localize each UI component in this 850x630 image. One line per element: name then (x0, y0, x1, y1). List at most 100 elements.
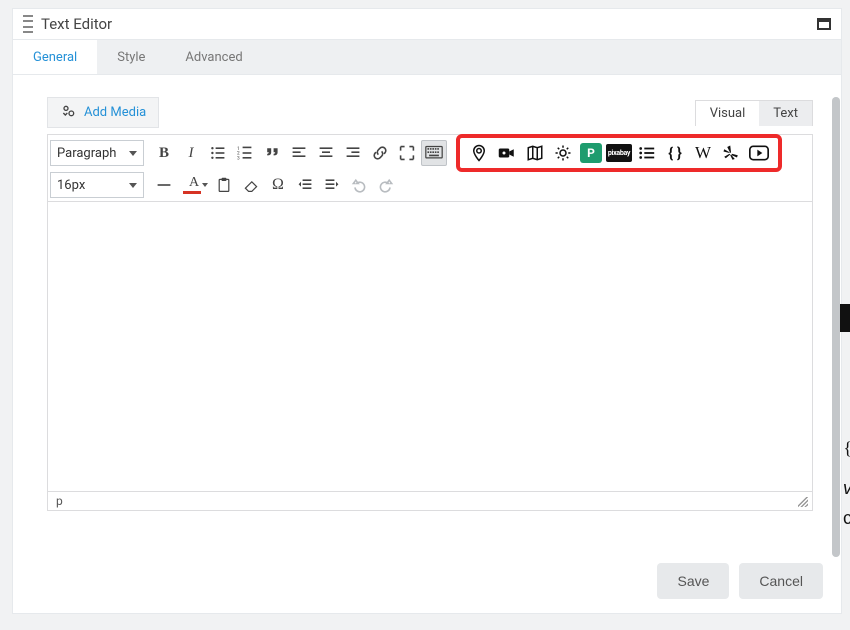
italic-button[interactable]: I (178, 140, 204, 166)
yelp-icon (722, 144, 740, 162)
pexels-badge-icon: P (580, 143, 602, 163)
redo-button[interactable] (373, 172, 399, 198)
yelp-button[interactable] (718, 140, 744, 166)
scroll-thumb[interactable] (832, 97, 840, 557)
wikipedia-button[interactable]: W (690, 140, 716, 166)
toolbar-toggle-button[interactable] (421, 140, 447, 166)
map-button[interactable] (522, 140, 548, 166)
align-center-button[interactable] (313, 140, 339, 166)
chevron-down-icon (129, 151, 137, 156)
tab-general[interactable]: General (13, 40, 97, 74)
numbered-list-icon: 123 (237, 145, 253, 161)
dialog-buttons: Save Cancel (657, 563, 823, 599)
indent-icon (324, 177, 340, 193)
weather-button[interactable] (550, 140, 576, 166)
align-center-icon (318, 145, 334, 161)
undo-button[interactable] (346, 172, 372, 198)
status-bar: p (47, 492, 813, 511)
align-left-icon (291, 145, 307, 161)
bold-button[interactable]: B (151, 140, 177, 166)
side-widget-tab[interactable] (840, 304, 850, 332)
text-color-icon: A (189, 175, 199, 191)
scrollbar[interactable] (832, 97, 840, 557)
bullet-list-button[interactable] (205, 140, 231, 166)
editor-content[interactable] (47, 202, 813, 492)
keyboard-icon (425, 145, 443, 161)
media-icon (60, 104, 76, 121)
bullet-list-icon (210, 145, 226, 161)
horizontal-rule-button[interactable] (151, 172, 177, 198)
link-icon (372, 145, 388, 161)
resize-handle-icon[interactable] (798, 497, 808, 507)
mode-tab-visual[interactable]: Visual (696, 101, 760, 126)
map-pin-icon (470, 144, 488, 162)
fullscreen-icon (399, 145, 415, 161)
list-embed-button[interactable] (634, 140, 660, 166)
pixabay-button[interactable]: pixabay (606, 140, 632, 166)
youtube-icon (749, 145, 769, 161)
camera-button[interactable] (494, 140, 520, 166)
quote-icon (264, 145, 280, 161)
clipboard-icon (216, 177, 232, 193)
align-right-button[interactable] (340, 140, 366, 166)
undo-icon (351, 177, 367, 193)
cropped-text: c (843, 508, 850, 529)
editor-mode-tabs: Visual Text (695, 100, 813, 126)
fontsize-dropdown-value: 16px (57, 178, 85, 193)
save-button[interactable]: Save (657, 563, 729, 599)
tab-style[interactable]: Style (97, 40, 165, 74)
paste-button[interactable] (211, 172, 237, 198)
panel-header: Text Editor (13, 9, 841, 39)
svg-text:3: 3 (237, 155, 240, 161)
omega-icon: Ω (272, 176, 284, 194)
color-swatch (183, 191, 201, 194)
pixabay-badge-icon: pixabay (606, 144, 632, 162)
link-button[interactable] (367, 140, 393, 166)
cropped-text: { (843, 438, 850, 459)
editor-area: Add Media Visual Text Paragraph B I 123 (13, 75, 841, 519)
tab-advanced[interactable]: Advanced (165, 40, 262, 74)
cropped-text: v (843, 478, 850, 499)
toolbar-row-1: Paragraph B I 123 (50, 137, 810, 169)
location-pin-button[interactable] (466, 140, 492, 166)
list-icon (638, 144, 656, 162)
sun-icon (554, 144, 572, 162)
editor-panel: Text Editor General Style Advanced Add M… (12, 8, 842, 614)
expand-window-icon[interactable] (817, 18, 831, 30)
braces-icon: { } (668, 144, 682, 162)
eraser-icon (243, 177, 259, 193)
chevron-down-icon (129, 183, 137, 188)
add-media-button[interactable]: Add Media (47, 97, 159, 128)
horizontal-rule-icon (156, 177, 172, 193)
wikipedia-icon: W (695, 143, 711, 163)
align-left-button[interactable] (286, 140, 312, 166)
special-char-button[interactable]: Ω (265, 172, 291, 198)
blockquote-button[interactable] (259, 140, 285, 166)
cancel-button[interactable]: Cancel (739, 563, 823, 599)
clear-format-button[interactable] (238, 172, 264, 198)
toolbar: Paragraph B I 123 (47, 134, 813, 202)
format-dropdown-value: Paragraph (57, 146, 116, 161)
add-media-label: Add Media (84, 105, 146, 120)
fullscreen-button[interactable] (394, 140, 420, 166)
youtube-button[interactable] (746, 140, 772, 166)
indent-button[interactable] (319, 172, 345, 198)
outdent-icon (297, 177, 313, 193)
chevron-down-icon (202, 183, 208, 187)
outdent-button[interactable] (292, 172, 318, 198)
numbered-list-button[interactable]: 123 (232, 140, 258, 166)
format-dropdown[interactable]: Paragraph (50, 140, 144, 166)
embed-toolbar-highlight: P pixabay { } W (456, 134, 782, 172)
redo-icon (378, 177, 394, 193)
text-color-button[interactable]: A (178, 172, 210, 198)
align-right-icon (345, 145, 361, 161)
drag-handle-icon[interactable] (23, 15, 33, 33)
toolbar-row-2: 16px A Ω (50, 169, 810, 201)
pexels-button[interactable]: P (578, 140, 604, 166)
main-tabs: General Style Advanced (13, 39, 841, 75)
fontsize-dropdown[interactable]: 16px (50, 172, 144, 198)
video-camera-icon (498, 145, 516, 161)
mode-tab-text[interactable]: Text (759, 101, 812, 126)
element-path: p (56, 494, 63, 508)
code-braces-button[interactable]: { } (662, 140, 688, 166)
